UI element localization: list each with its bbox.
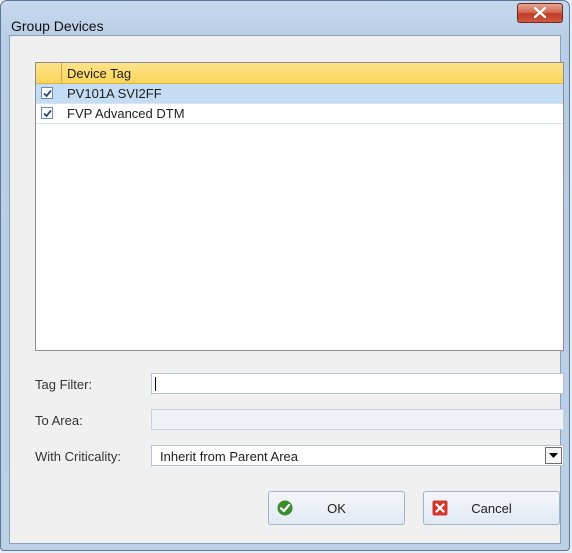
- row-checkbox[interactable]: [41, 87, 53, 99]
- criticality-selected-value: Inherit from Parent Area: [160, 449, 299, 464]
- criticality-dropdown-button[interactable]: [545, 447, 562, 464]
- ok-button[interactable]: OK: [268, 491, 405, 525]
- to-area-field: [151, 409, 564, 430]
- cancel-button-label: Cancel: [471, 501, 512, 516]
- table-row[interactable]: FVP Advanced DTM: [36, 104, 563, 124]
- device-tag-cell: PV101A SVI2FF: [67, 86, 162, 101]
- close-icon: [533, 6, 547, 19]
- group-devices-dialog: Group Devices Device Tag PV101A SVI2FF F…: [0, 0, 570, 551]
- checkmark-icon: [43, 109, 52, 118]
- grid-row-selector-header: [36, 63, 62, 83]
- tag-filter-label: Tag Filter:: [35, 377, 93, 392]
- grid-header: Device Tag: [36, 63, 563, 84]
- cancel-button[interactable]: Cancel: [423, 491, 560, 525]
- dialog-body: Device Tag PV101A SVI2FF FVP Advanced DT…: [9, 35, 564, 544]
- to-area-label: To Area:: [35, 413, 83, 428]
- table-row[interactable]: PV101A SVI2FF: [36, 84, 563, 104]
- close-button[interactable]: [517, 3, 563, 23]
- tag-filter-input[interactable]: [151, 373, 564, 394]
- row-checkbox[interactable]: [41, 107, 53, 119]
- criticality-select[interactable]: Inherit from Parent Area: [151, 445, 564, 466]
- ok-button-label: OK: [327, 501, 346, 516]
- device-tag-cell: FVP Advanced DTM: [67, 106, 185, 121]
- title-bar: Group Devices: [1, 1, 569, 35]
- column-header-device-tag[interactable]: Device Tag: [67, 66, 131, 81]
- criticality-label: With Criticality:: [35, 449, 121, 464]
- text-caret: [155, 377, 156, 391]
- device-grid: Device Tag PV101A SVI2FF FVP Advanced DT…: [35, 62, 564, 351]
- chevron-down-icon: [549, 453, 558, 458]
- checkmark-icon: [43, 89, 52, 98]
- dialog-title: Group Devices: [11, 18, 104, 34]
